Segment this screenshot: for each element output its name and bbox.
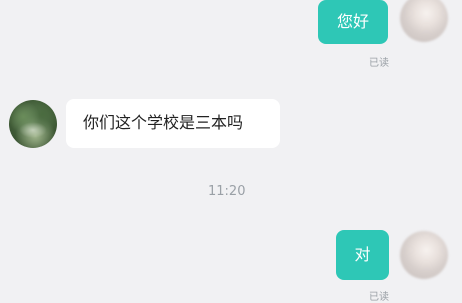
outgoing-message-bubble[interactable]: 您好 [318, 0, 388, 44]
contact-avatar[interactable] [9, 100, 57, 148]
self-avatar[interactable] [400, 0, 448, 42]
read-receipt: 已读 [369, 58, 389, 69]
chat-thread: 您好 已读 你们这个学校是三本吗 11:20 对 已读 [0, 0, 462, 303]
outgoing-message-bubble[interactable]: 对 [336, 230, 389, 280]
read-receipt: 已读 [369, 292, 389, 303]
incoming-message-bubble[interactable]: 你们这个学校是三本吗 [66, 99, 280, 148]
message-text: 对 [354, 245, 371, 264]
self-avatar[interactable] [400, 231, 448, 279]
message-timestamp: 11:20 [208, 184, 246, 199]
message-text: 你们这个学校是三本吗 [83, 113, 244, 132]
message-text: 您好 [336, 12, 369, 31]
